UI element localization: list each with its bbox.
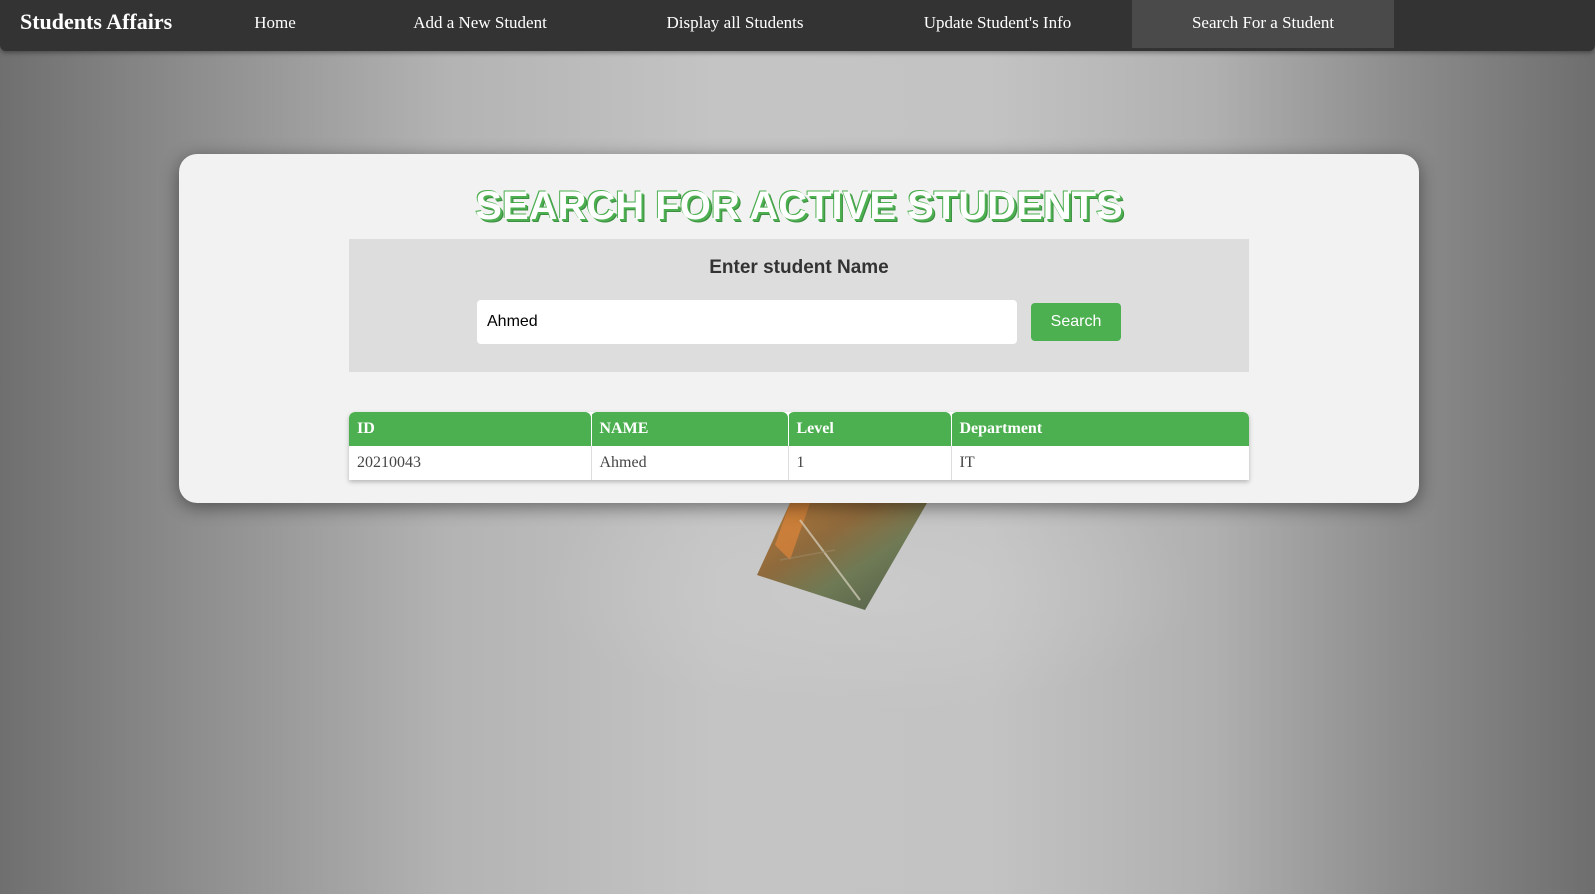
nav-display-students[interactable]: Display all Students bbox=[650, 0, 820, 48]
top-navbar: Students Affairs Home Add a New Student … bbox=[0, 0, 1595, 51]
brand-title[interactable]: Students Affairs bbox=[20, 9, 172, 35]
column-header-id: ID bbox=[349, 412, 592, 446]
nav-add-student[interactable]: Add a New Student bbox=[395, 0, 565, 48]
search-input[interactable] bbox=[477, 300, 1017, 344]
results-table: ID NAME Level Department 20210043 Ahmed … bbox=[349, 412, 1249, 480]
nav-update-student[interactable]: Update Student's Info bbox=[905, 0, 1090, 48]
search-panel: Enter student Name Search bbox=[349, 239, 1249, 372]
column-header-department: Department bbox=[951, 412, 1249, 446]
cell-id: 20210043 bbox=[349, 446, 592, 480]
table-row: 20210043 Ahmed 1 IT bbox=[349, 446, 1249, 480]
nav-search-student[interactable]: Search For a Student bbox=[1132, 0, 1394, 48]
table-header-row: ID NAME Level Department bbox=[349, 412, 1249, 446]
search-card: SEARCH FOR ACTIVE STUDENTS Enter student… bbox=[179, 154, 1419, 503]
nav-home[interactable]: Home bbox=[210, 0, 340, 48]
cell-name: Ahmed bbox=[591, 446, 789, 480]
page-title: SEARCH FOR ACTIVE STUDENTS bbox=[475, 184, 1123, 228]
cell-level: 1 bbox=[788, 446, 952, 480]
cell-department: IT bbox=[959, 454, 975, 471]
search-button[interactable]: Search bbox=[1031, 303, 1121, 341]
column-header-name: NAME bbox=[591, 412, 789, 446]
column-header-level: Level bbox=[788, 412, 952, 446]
search-label: Enter student Name bbox=[709, 257, 889, 278]
